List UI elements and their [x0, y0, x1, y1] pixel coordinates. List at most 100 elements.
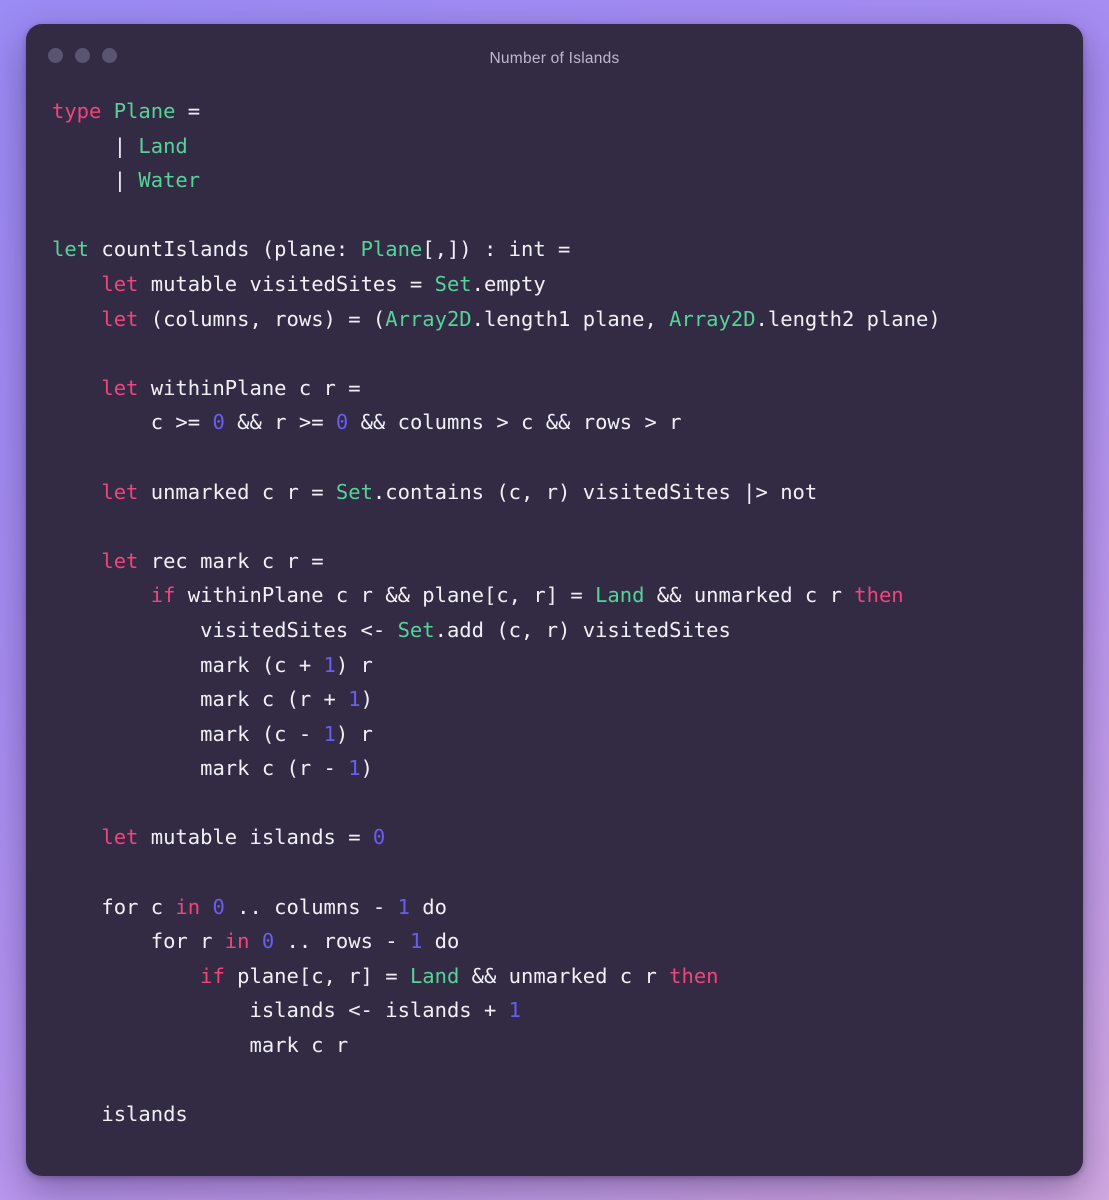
code-token: Water	[138, 168, 201, 193]
code-token: let	[101, 825, 139, 850]
code-block[interactable]: type Plane = | Land | Water let countIsl…	[52, 94, 1057, 1132]
code-token: do	[409, 894, 447, 919]
code-token: [,]) : int =	[422, 237, 571, 262]
code-token: visitedSites <-	[52, 617, 398, 642]
code-line: mark c r	[52, 1028, 1057, 1063]
code-token: let	[101, 548, 139, 573]
code-token: |	[52, 168, 139, 193]
code-line: mark c (r + 1)	[52, 682, 1057, 717]
code-token: type	[52, 99, 102, 123]
code-line: | Water	[52, 163, 1057, 198]
code-token: mark (c +	[52, 652, 324, 677]
code-token: .empty	[471, 271, 546, 296]
code-line: let withinPlane c r =	[52, 371, 1057, 406]
code-token: for c	[52, 894, 176, 919]
code-token: && unmarked c r	[644, 583, 855, 608]
code-token: let	[101, 479, 139, 504]
code-line: let mutable visitedSites = Set.empty	[52, 267, 1057, 302]
code-token: for r	[52, 929, 225, 954]
code-token: .length1 plane,	[471, 306, 670, 331]
code-line: type Plane =	[52, 94, 1057, 129]
code-token: 1	[348, 756, 361, 781]
code-token: rec mark c r =	[138, 548, 324, 573]
code-line: let mutable islands = 0	[52, 820, 1057, 855]
code-line: for r in 0 .. rows - 1 do	[52, 924, 1057, 959]
code-line: mark c (r - 1)	[52, 751, 1057, 786]
code-token: 0	[212, 410, 225, 435]
code-token: .. columns -	[224, 894, 398, 919]
code-token: then	[854, 583, 904, 608]
code-token: in	[175, 894, 201, 919]
code-token: =	[175, 99, 201, 123]
code-token: 1	[323, 652, 336, 677]
code-token: .length2 plane)	[755, 306, 941, 331]
code-token: let	[101, 375, 139, 400]
code-token: mark c (r -	[52, 756, 349, 781]
code-token: unmarked c r =	[138, 479, 336, 504]
code-line: for c in 0 .. columns - 1 do	[52, 890, 1057, 925]
window-title: Number of Islands	[489, 50, 620, 67]
code-token: 1	[397, 894, 410, 919]
code-token: 0	[335, 410, 349, 435]
code-token: let	[101, 306, 139, 331]
code-token: 1	[323, 721, 336, 746]
code-token: mark c (r +	[52, 687, 349, 712]
code-line: | Land	[52, 129, 1057, 164]
code-token: .contains (c, r) visitedSites |> not	[372, 479, 818, 504]
code-token: .add (c, r) visitedSites	[434, 617, 731, 642]
code-token: mutable visitedSites =	[138, 271, 435, 296]
code-token: do	[422, 929, 460, 954]
code-token: Array2D	[669, 306, 756, 331]
code-token: withinPlane c r && plane[c, r] =	[175, 583, 596, 608]
code-line: if withinPlane c r && plane[c, r] = Land…	[52, 578, 1057, 613]
code-token: 0	[261, 929, 275, 954]
code-token: Set	[434, 271, 472, 296]
code-token: if	[200, 963, 225, 988]
code-line: let countIslands (plane: Plane[,]) : int…	[52, 232, 1057, 267]
code-token: )	[360, 756, 373, 781]
code-line: let rec mark c r =	[52, 544, 1057, 579]
code-token: (columns, rows) = (	[138, 306, 386, 331]
code-token: && columns > c && rows > r	[348, 410, 682, 435]
code-token: 1	[508, 998, 521, 1023]
code-token: ) r	[335, 652, 373, 677]
code-token: |	[52, 133, 139, 158]
code-token: plane[c, r] =	[224, 963, 410, 988]
code-token: mutable islands =	[138, 825, 373, 850]
code-token: islands <- islands +	[52, 998, 509, 1023]
code-token: Set	[397, 617, 435, 642]
code-token: )	[360, 687, 373, 712]
code-line: c >= 0 && r >= 0 && columns > c && rows …	[52, 405, 1057, 440]
code-token: 0	[212, 894, 225, 919]
code-token: Land	[138, 133, 188, 158]
code-token: && r >=	[224, 410, 336, 435]
code-token: mark c r	[52, 1033, 349, 1058]
code-token: let	[52, 237, 90, 262]
code-line: if plane[c, r] = Land && unmarked c r th…	[52, 959, 1057, 994]
code-line: islands <- islands + 1	[52, 993, 1057, 1028]
code-token: Array2D	[385, 306, 472, 331]
code-line: let unmarked c r = Set.contains (c, r) v…	[52, 475, 1057, 510]
code-line: let (columns, rows) = (Array2D.length1 p…	[52, 302, 1057, 337]
code-token: if	[150, 583, 176, 608]
code-token: Land	[595, 583, 645, 608]
code-token: c >=	[52, 410, 213, 435]
code-token: let	[101, 271, 139, 296]
code-token: countIslands (plane:	[89, 237, 361, 262]
code-token: ) r	[335, 721, 373, 746]
code-token: Plane	[113, 99, 176, 123]
code-token: 0	[372, 825, 386, 850]
